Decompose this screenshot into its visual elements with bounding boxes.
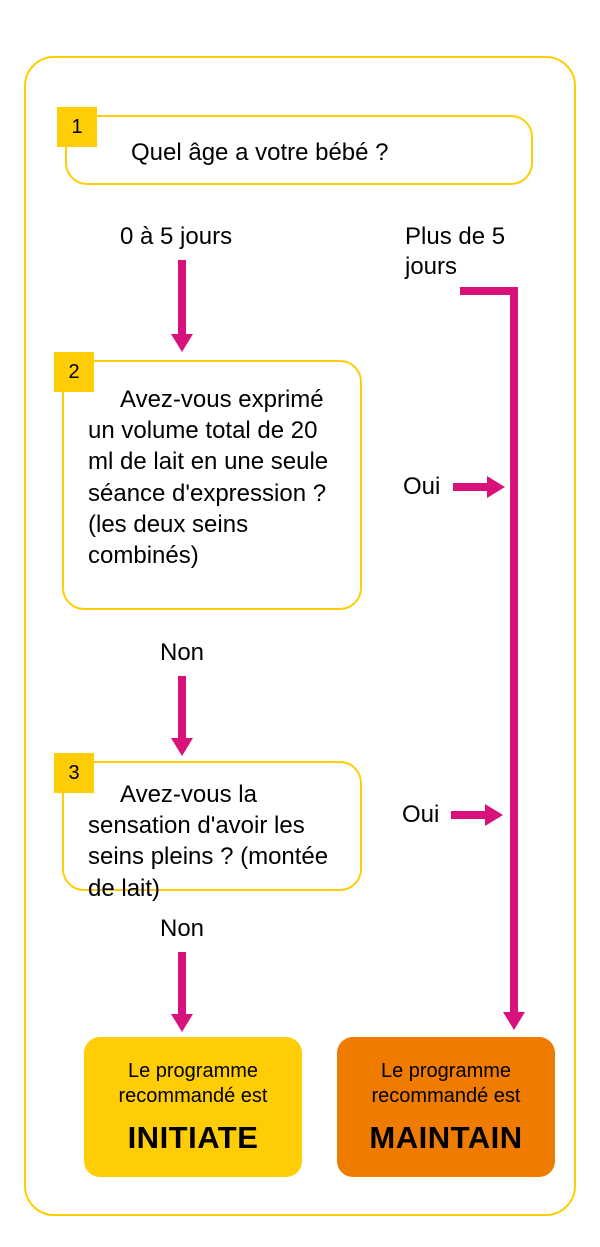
arrow-q3-to-initiate-line [178,952,186,1014]
right-trunk-arrow-head [503,1012,525,1030]
question-text-3: Avez-vous la sensation d'avoir les seins… [88,779,338,904]
arrow-yes-2-line [451,811,485,819]
result-box-initiate: Le programme recommandé est INITIATE [84,1037,302,1177]
arrow-q2-to-q3-line [178,676,186,738]
arrow-yes-1-head [487,476,505,498]
question-badge-3: 3 [54,753,94,793]
question-badge-1: 1 [57,107,97,147]
question-badge-2: 2 [54,352,94,392]
arrow-q2-to-q3-head [171,738,193,756]
arrow-q3-to-initiate-head [171,1014,193,1032]
diagram-stage: 1 Quel âge a votre bébé ? 0 à 5 jours Pl… [0,0,600,1247]
question-text-1: Quel âge a votre bébé ? [131,139,389,166]
arrow-to-q2-head [171,334,193,352]
branch-label-no-1: Non [160,638,204,668]
branch-label-yes-2: Oui [402,800,439,830]
arrow-yes-2-head [485,804,503,826]
right-trunk-vertical [510,287,518,1012]
branch-label-plus-5-days: Plus de 5 jours [405,222,535,282]
question-text-2: Avez-vous exprimé un volume total de 20 … [88,384,338,571]
result-intro-maintain: Le programme recommandé est [372,1060,521,1107]
result-intro-initiate: Le programme recommandé est [119,1060,268,1107]
branch-label-yes-1: Oui [403,472,440,502]
arrow-to-q2-line [178,260,186,334]
question-box-3: 3 Avez-vous la sensation d'avoir les sei… [62,761,362,891]
branch-label-no-2: Non [160,914,204,944]
arrow-yes-1-line [453,483,487,491]
branch-label-0-5-days: 0 à 5 jours [120,222,232,252]
result-value-maintain: MAINTAIN [337,1119,555,1158]
question-box-1: 1 Quel âge a votre bébé ? [65,115,533,185]
result-box-maintain: Le programme recommandé est MAINTAIN [337,1037,555,1177]
question-box-2: 2 Avez-vous exprimé un volume total de 2… [62,360,362,610]
result-value-initiate: INITIATE [84,1119,302,1158]
